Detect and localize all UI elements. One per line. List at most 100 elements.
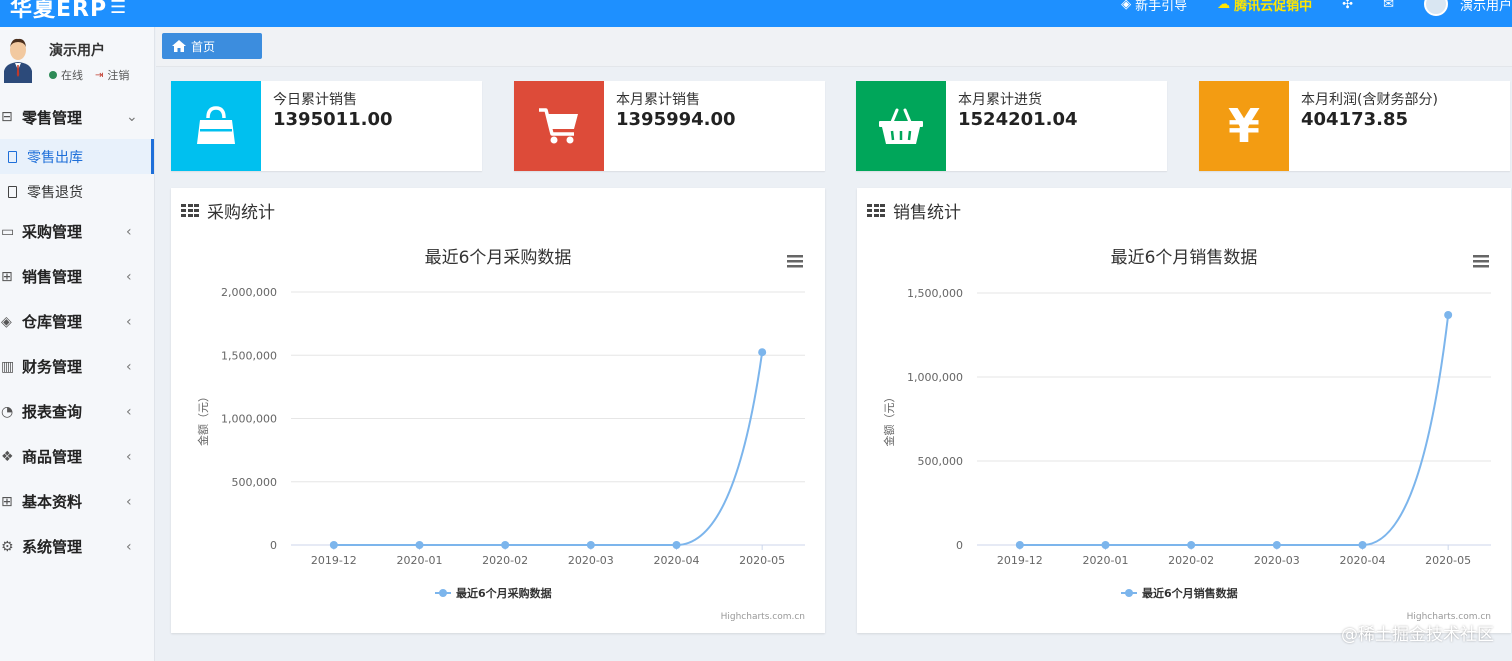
laptop-icon: ▭: [1, 223, 15, 240]
x-tick-label: 2020-03: [568, 554, 614, 567]
x-tick-label: 2019-12: [997, 554, 1043, 567]
panel-header: 销售统计: [867, 198, 961, 223]
chart-legend[interactable]: 最近6个月采购数据: [435, 586, 552, 600]
messages-button[interactable]: ✉: [1383, 0, 1394, 12]
y-tick-label: 1,500,000: [221, 349, 277, 362]
user-menu[interactable]: 演示用户: [1423, 0, 1512, 16]
th-icon: [867, 203, 885, 218]
menu-item-retail-out[interactable]: 零售出库: [0, 139, 154, 174]
expand-icon: ✣: [1342, 0, 1354, 12]
briefcase-icon: ⊞: [1, 268, 13, 285]
sidebar: 演示用户 在线 ⇥ 注销 ⊟ 零售管理 ⌄ 零售出库 零售退货 ▭ 采购管理 ‹…: [0, 27, 155, 661]
promo-link[interactable]: ☁ 腾讯云促销中: [1217, 0, 1312, 14]
chart-credits[interactable]: Highcharts.com.cn: [721, 612, 805, 622]
menu-group-products[interactable]: ❖ 商品管理 ‹: [0, 434, 154, 479]
menu-group-system[interactable]: ⚙ 系统管理 ‹: [0, 524, 154, 569]
chart-title: 最近6个月采购数据: [425, 248, 572, 268]
data-point[interactable]: [1101, 541, 1110, 549]
user-avatar: [1423, 0, 1448, 16]
data-point[interactable]: [1187, 541, 1196, 549]
menu-group-reports[interactable]: ◔ 报表查询 ‹: [0, 389, 154, 434]
data-point[interactable]: [1272, 541, 1281, 549]
menu-group-retail[interactable]: ⊟ 零售管理 ⌄: [0, 95, 154, 139]
sidebar-toggle-icon[interactable]: ☰: [110, 0, 126, 18]
x-tick-label: 2019-12: [311, 554, 357, 567]
menu-group-label: 零售管理: [22, 108, 83, 127]
top-navbar: 华夏ERP ☰ ◈ 新手引导 ☁ 腾讯云促销中 ✣ ✉ 演示用户: [0, 0, 1512, 27]
file-icon: [8, 185, 17, 198]
logout-link[interactable]: 注销: [107, 67, 129, 83]
logout-icon[interactable]: ⇥: [95, 70, 103, 81]
menu-bar: [1473, 265, 1489, 268]
x-tick-label: 2020-04: [654, 554, 700, 567]
data-point[interactable]: [1015, 541, 1024, 549]
file-icon: [8, 150, 17, 163]
y-axis-title: 金额（元）: [196, 391, 210, 446]
user-panel: 演示用户 在线 ⇥ 注销: [0, 27, 154, 91]
fullscreen-button[interactable]: ✣: [1342, 0, 1353, 12]
data-point[interactable]: [329, 541, 338, 549]
menu-item-label: 零售出库: [27, 149, 83, 166]
menu-group-sales[interactable]: ⊞ 销售管理 ‹: [0, 254, 154, 299]
chart-legend[interactable]: 最近6个月销售数据: [1121, 586, 1238, 600]
menu-group-label: 基本资料: [22, 493, 83, 511]
stat-icon-box: [856, 81, 946, 171]
menu-group-purchase[interactable]: ▭ 采购管理 ‹: [0, 209, 154, 254]
legend-marker: [1125, 589, 1133, 597]
menu-group-basic-data[interactable]: ⊞ 基本资料 ‹: [0, 479, 154, 524]
stat-label: 本月累计销售: [616, 92, 700, 108]
x-tick-label: 2020-01: [1083, 554, 1129, 567]
menu-item-label: 零售退货: [27, 184, 83, 201]
menu-group-label: 商品管理: [22, 448, 83, 466]
purchase-stats-panel: 采购统计 最近6个月采购数据 0 500,000 1,000,000 1,500,000…: [171, 188, 825, 633]
y-tick-label: 2,000,000: [221, 286, 277, 299]
stat-label: 本月利润(含财务部分): [1301, 92, 1438, 108]
menu-group-label: 采购管理: [22, 223, 83, 241]
data-point[interactable]: [586, 541, 595, 549]
panel-title: 销售统计: [893, 203, 961, 223]
series-line: [1019, 314, 1450, 546]
tab-bar: 首页: [156, 27, 1512, 67]
legend-label: 最近6个月销售数据: [1142, 586, 1238, 600]
user-status: 在线 ⇥ 注销: [49, 67, 129, 83]
data-point[interactable]: [1444, 311, 1453, 320]
chevron-left-icon: ‹: [126, 313, 132, 330]
stat-value: 1395011.00: [273, 109, 393, 130]
menu-group-warehouse[interactable]: ◈ 仓库管理 ‹: [0, 299, 154, 344]
chevron-left-icon: ‹: [126, 223, 132, 240]
data-point[interactable]: [415, 541, 424, 549]
panel-header: 采购统计: [181, 198, 275, 223]
sales-chart: 最近6个月销售数据 0 500,000 1,000,000 1,500,000 金额（元）…: [882, 248, 1491, 622]
status-label: 在线: [61, 69, 83, 82]
guide-link[interactable]: ◈ 新手引导: [1121, 0, 1187, 14]
stat-card-month-sales: 本月累计销售 1395994.00: [514, 81, 825, 171]
stat-card-month-purchase: 本月累计进货 1524201.04: [856, 81, 1167, 171]
gift-icon: ⊟: [1, 109, 13, 125]
tab-home[interactable]: 首页: [162, 33, 262, 59]
guide-label: 新手引导: [1135, 0, 1188, 14]
tab-home-label: 首页: [191, 39, 216, 54]
data-point[interactable]: [1358, 541, 1367, 549]
app-logo[interactable]: 华夏ERP: [10, 0, 107, 23]
menu-group-finance[interactable]: ▥ 财务管理 ‹: [0, 344, 154, 389]
chevron-left-icon: ‹: [126, 448, 132, 465]
data-point[interactable]: [758, 348, 767, 357]
y-tick-label: 1,500,000: [907, 287, 963, 300]
stat-card-month-profit: ¥ 本月利润(含财务部分) 404173.85: [1199, 81, 1510, 171]
online-dot-icon: [49, 71, 57, 79]
user-name: 演示用户: [49, 43, 105, 59]
x-tick-label: 2020-04: [1340, 554, 1386, 567]
y-tick-label: 1,000,000: [221, 413, 277, 426]
shopping-bag-icon: [197, 106, 235, 144]
menu-bar: [787, 265, 803, 268]
stat-label: 本月累计进货: [958, 92, 1042, 108]
menu-bar: [1473, 260, 1489, 263]
stat-value: 1395994.00: [616, 109, 736, 130]
chart-context-menu-icon[interactable]: [1473, 255, 1489, 268]
chart-context-menu-icon[interactable]: [787, 255, 803, 268]
y-tick-label: 1,000,000: [907, 371, 963, 384]
data-point[interactable]: [672, 541, 681, 549]
menu-item-retail-return[interactable]: 零售退货: [0, 174, 154, 209]
x-tick-label: 2020-05: [1425, 554, 1471, 567]
data-point[interactable]: [501, 541, 510, 549]
